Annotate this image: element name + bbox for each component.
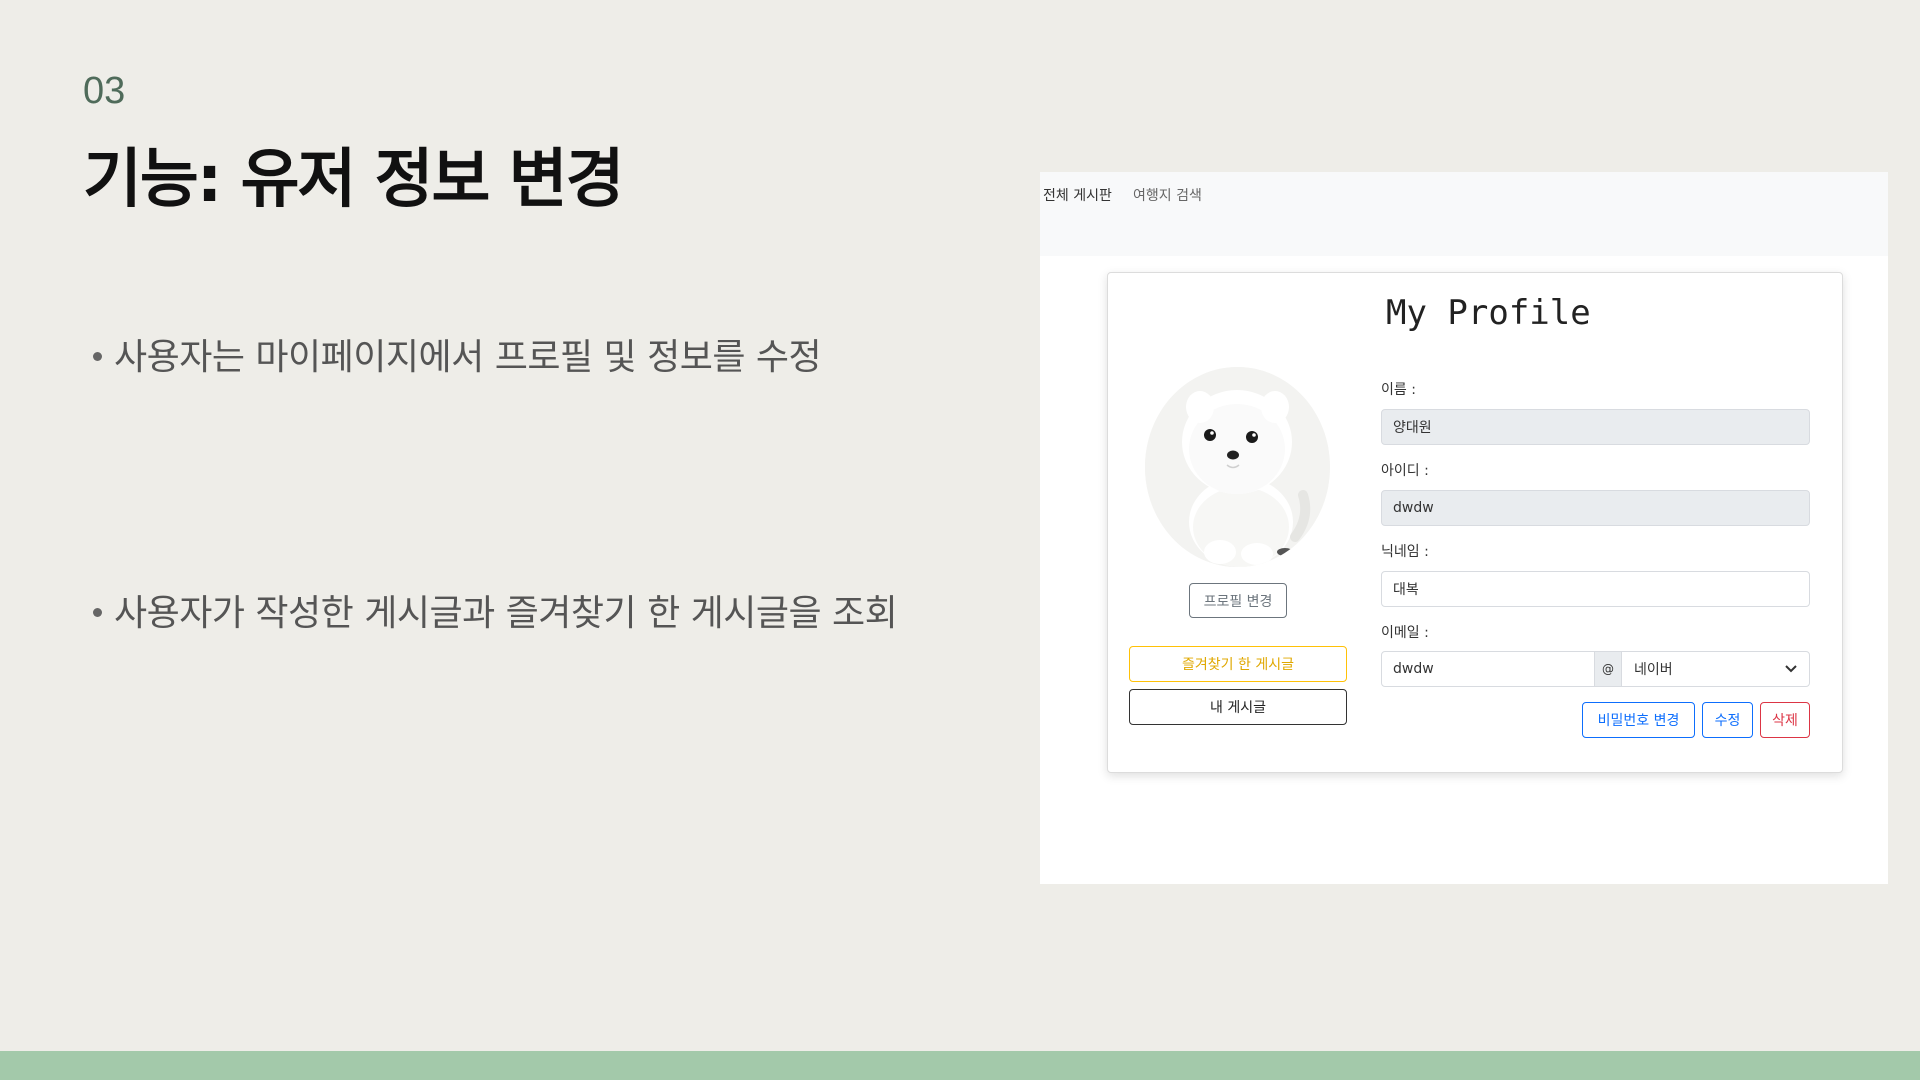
email-domain-value: 네이버 <box>1634 662 1673 678</box>
change-profile-photo-button[interactable]: 프로필 변경 <box>1189 583 1287 618</box>
avatar <box>1145 367 1330 567</box>
favorite-posts-button[interactable]: 즐겨찾기 한 게시글 <box>1129 646 1347 682</box>
nickname-label: 닉네임 : <box>1381 544 1429 560</box>
bullet-point: 사용자는 마이페이지에서 프로필 및 정보를 수정 <box>93 328 822 380</box>
bullet-dot-icon <box>93 607 102 617</box>
app-screenshot: 전체 게시판 여행지 검색 My Profile 프로필 변경 즐겨찾기 한 게… <box>1040 172 1888 884</box>
bullet-point: 사용자가 작성한 게시글과 즐겨찾기 한 게시글을 조회 <box>93 584 898 636</box>
nav-link-board[interactable]: 전체 게시판 <box>1043 185 1112 205</box>
id-label: 아이디 : <box>1381 463 1429 479</box>
nav-link-search[interactable]: 여행지 검색 <box>1133 185 1202 205</box>
pomeranian-puppy-icon <box>1145 367 1330 567</box>
change-password-button[interactable]: 비밀번호 변경 <box>1582 702 1695 738</box>
profile-title: My Profile <box>1386 293 1591 333</box>
slide-title: 기능: 유저 정보 변경 <box>83 143 624 217</box>
chevron-down-icon <box>1785 662 1797 677</box>
id-field: dwdw <box>1381 490 1810 526</box>
email-local-field[interactable]: dwdw <box>1382 652 1595 686</box>
my-posts-button[interactable]: 내 게시글 <box>1129 689 1347 725</box>
email-at-symbol: @ <box>1595 652 1622 686</box>
navbar: 전체 게시판 여행지 검색 <box>1040 172 1888 256</box>
slide-number: 03 <box>83 70 126 112</box>
bullet-dot-icon <box>93 351 102 361</box>
email-input-group: dwdw @ 네이버 <box>1381 651 1810 687</box>
name-label: 이름 : <box>1381 382 1416 398</box>
email-label: 이메일 : <box>1381 625 1429 641</box>
email-domain-select[interactable]: 네이버 <box>1622 652 1809 686</box>
bottom-accent-bar <box>0 1051 1920 1080</box>
name-field: 양대원 <box>1381 409 1810 445</box>
edit-button[interactable]: 수정 <box>1702 702 1753 738</box>
delete-button[interactable]: 삭제 <box>1760 702 1810 738</box>
profile-card: My Profile 프로필 변경 즐겨찾기 한 게시글 내 게시글 이름: … <box>1107 272 1843 773</box>
bullet-text: 사용자가 작성한 게시글과 즐겨찾기 한 게시글을 조회 <box>114 593 898 634</box>
bullet-text: 사용자는 마이페이지에서 프로필 및 정보를 수정 <box>114 337 822 378</box>
nickname-field[interactable]: 대복 <box>1381 571 1810 607</box>
